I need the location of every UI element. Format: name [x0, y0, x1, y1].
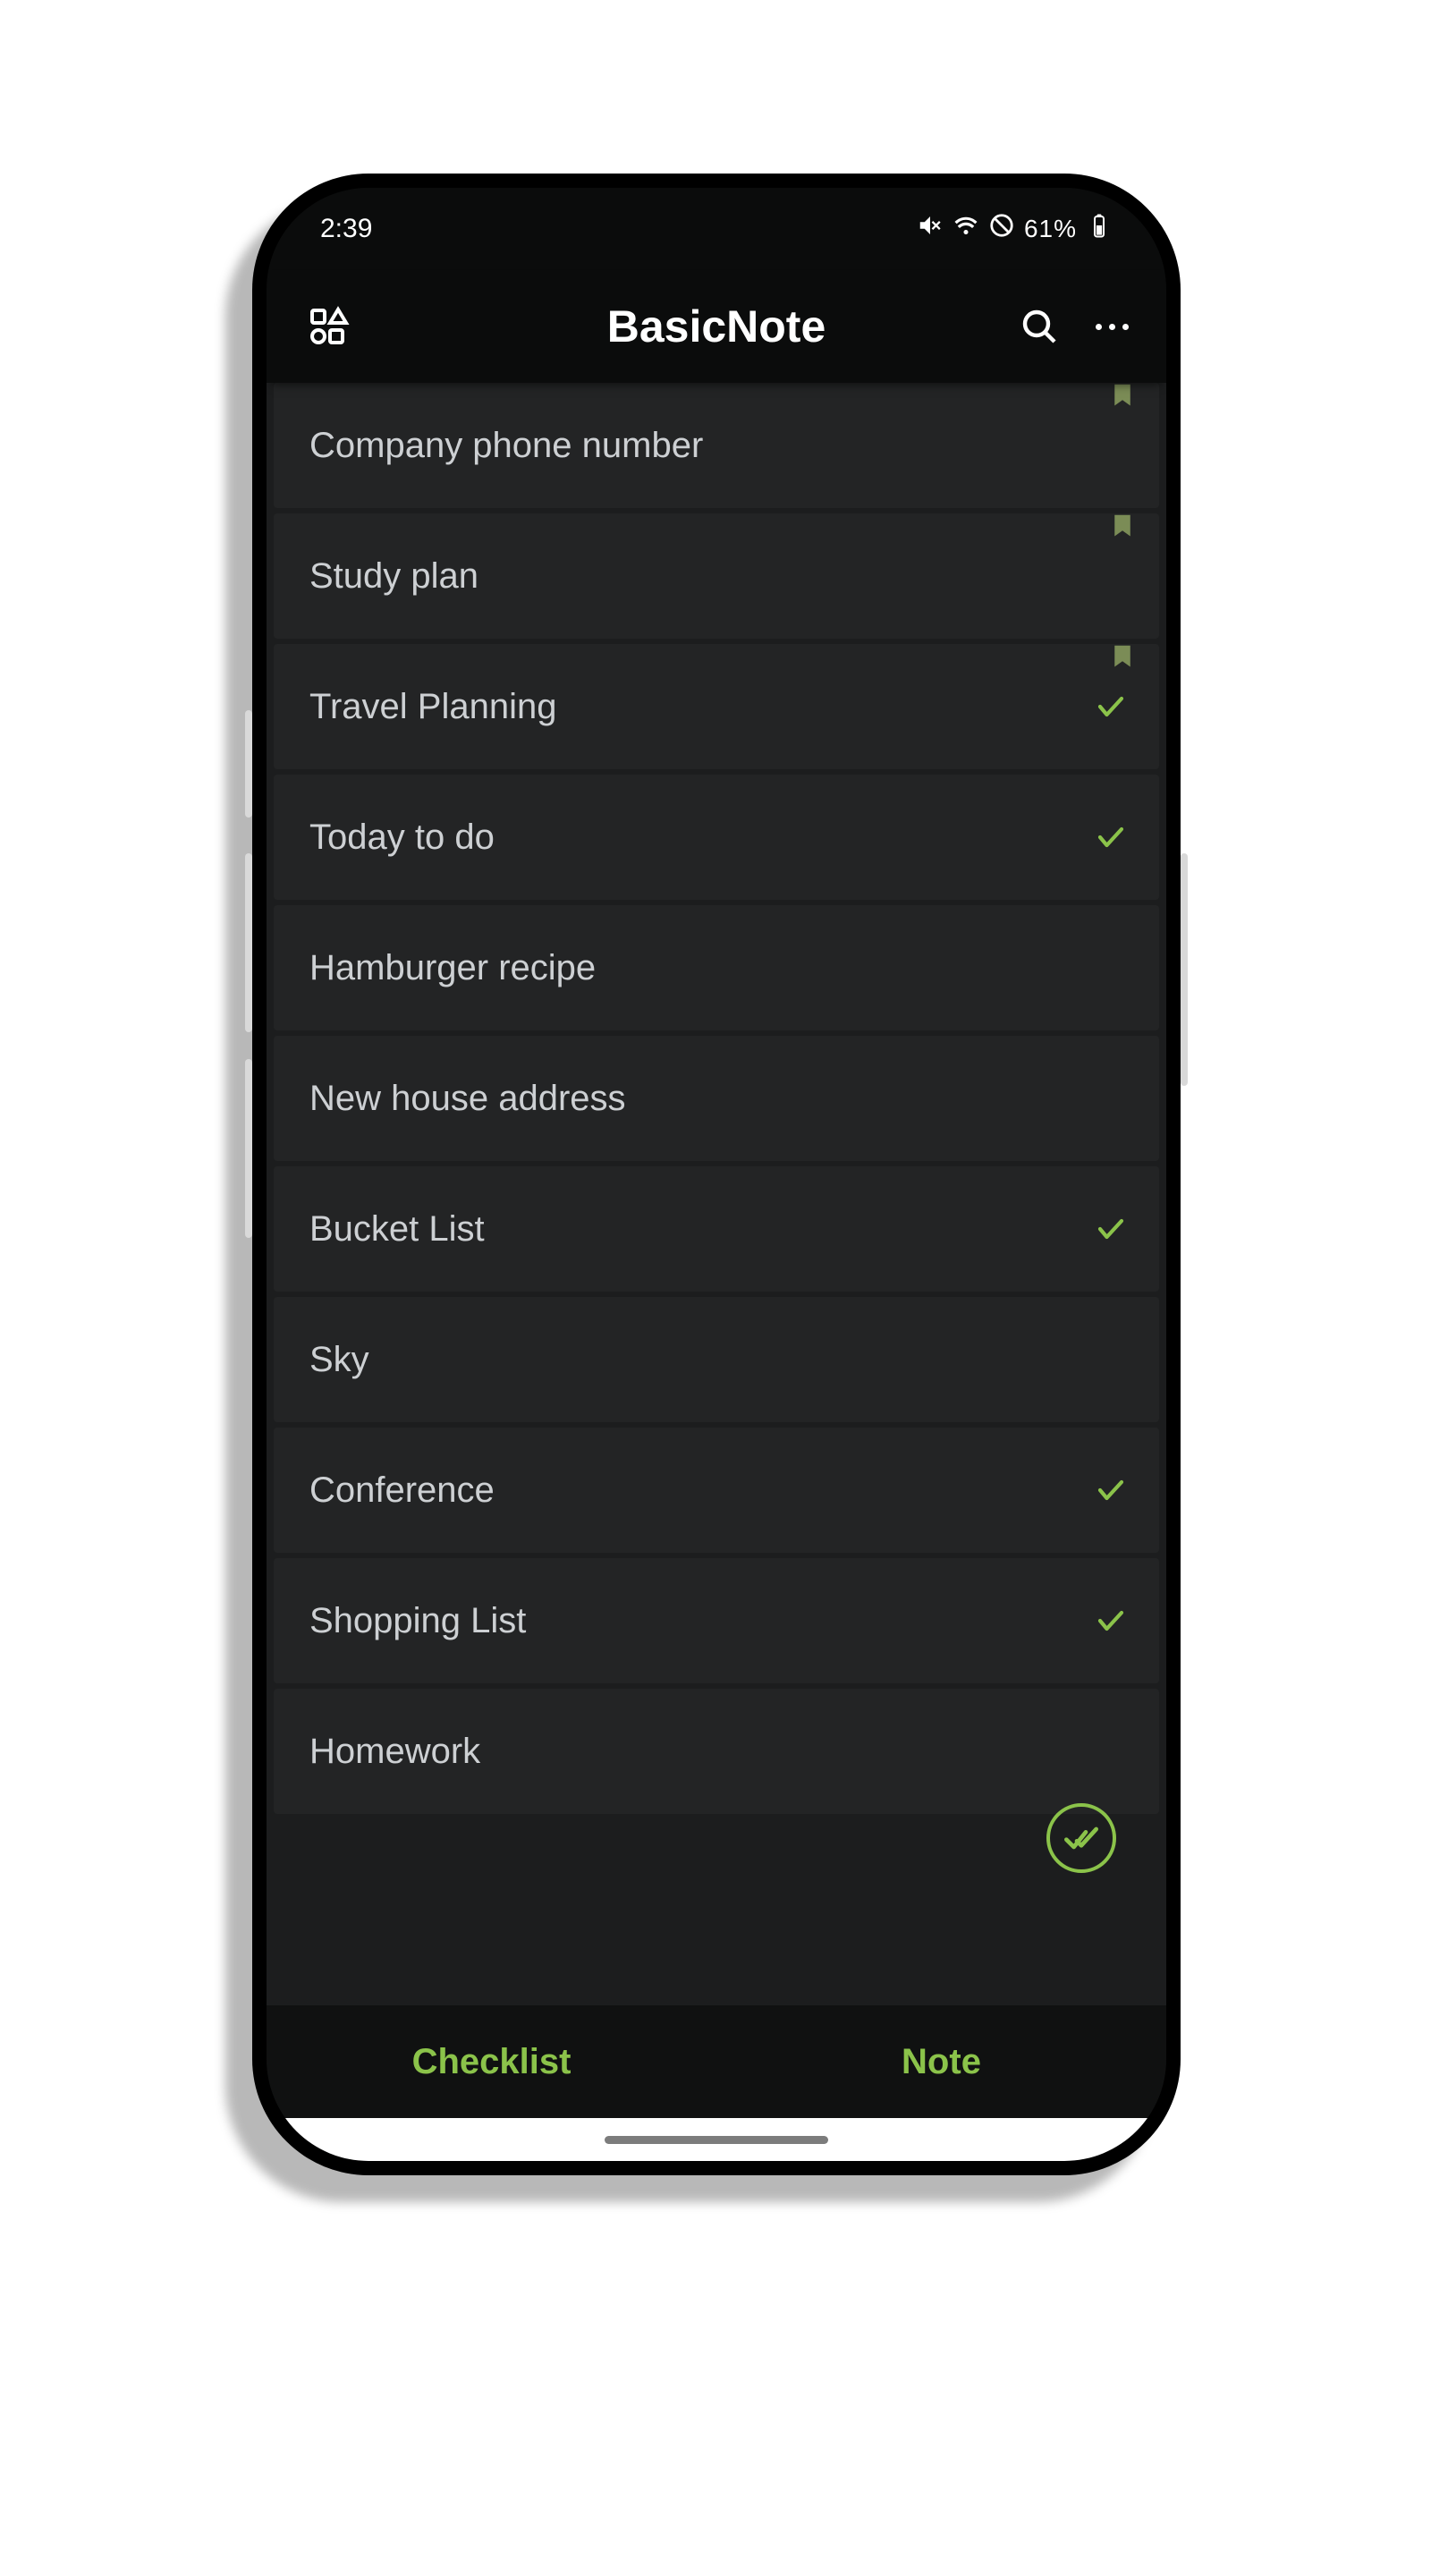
app-toolbar: BasicNote — [267, 270, 1166, 383]
notes-list[interactable]: Company phone number Study plan Travel Pla… — [267, 383, 1166, 2005]
tab-note-label: Note — [902, 2042, 981, 2082]
note-title: Company phone number — [309, 426, 703, 466]
note-title: Bucket List — [309, 1209, 485, 1250]
note-row[interactable]: Today to do — [274, 775, 1159, 900]
status-bar: 2:39 61% — [267, 188, 1166, 270]
note-title: Shopping List — [309, 1601, 526, 1641]
note-row[interactable]: Conference — [274, 1428, 1159, 1553]
select-all-fab[interactable] — [1046, 1803, 1116, 1873]
note-title: Conference — [309, 1470, 495, 1511]
battery-percent: 61% — [1024, 215, 1077, 243]
note-row[interactable]: Sky — [274, 1297, 1159, 1422]
note-row[interactable]: Study plan — [274, 513, 1159, 639]
device-button-left-2 — [245, 853, 252, 1032]
bookmark-icon — [1109, 640, 1136, 675]
note-title: Today to do — [309, 818, 495, 858]
device-button-left-1 — [245, 710, 252, 818]
check-icon — [1095, 1213, 1127, 1245]
mute-icon — [917, 212, 944, 246]
more-options-button[interactable] — [1096, 302, 1129, 351]
note-row[interactable]: New house address — [274, 1036, 1159, 1161]
note-title: Hamburger recipe — [309, 948, 596, 988]
bottom-tabs: Checklist Note — [267, 2005, 1166, 2118]
note-title: Study plan — [309, 556, 478, 597]
status-time: 2:39 — [320, 214, 372, 244]
phone-body: 2:39 61% — [252, 174, 1181, 2175]
note-row[interactable]: Company phone number — [274, 383, 1159, 508]
battery-icon — [1086, 212, 1113, 246]
wifi-icon — [953, 212, 979, 246]
do-not-disturb-icon — [988, 212, 1015, 246]
search-button[interactable] — [1015, 302, 1063, 351]
check-icon — [1095, 1474, 1127, 1506]
status-right: 61% — [917, 212, 1113, 246]
note-row[interactable]: Shopping List — [274, 1558, 1159, 1683]
device-button-right — [1181, 853, 1188, 1086]
check-icon — [1095, 821, 1127, 853]
check-icon — [1095, 691, 1127, 723]
tab-note[interactable]: Note — [716, 2005, 1166, 2118]
bookmark-icon — [1109, 510, 1136, 545]
note-row[interactable]: Hamburger recipe — [274, 905, 1159, 1030]
screen: 2:39 61% — [267, 188, 1166, 2161]
note-title: Homework — [309, 1732, 480, 1772]
bookmark-icon — [1109, 383, 1136, 414]
nav-handle[interactable] — [605, 2136, 828, 2144]
note-title: Sky — [309, 1340, 369, 1380]
note-row[interactable]: Travel Planning — [274, 644, 1159, 769]
note-row[interactable]: Homework — [274, 1689, 1159, 1814]
categories-button[interactable] — [304, 302, 352, 351]
note-title: Travel Planning — [309, 687, 556, 727]
note-row[interactable]: Bucket List — [274, 1166, 1159, 1292]
android-nav-bar — [267, 2118, 1166, 2161]
tab-checklist-label: Checklist — [412, 2042, 572, 2082]
note-title: New house address — [309, 1079, 626, 1119]
phone-frame: 2:39 61% — [252, 174, 1181, 2175]
tab-checklist[interactable]: Checklist — [267, 2005, 716, 2118]
check-icon — [1095, 1605, 1127, 1637]
device-button-left-3 — [245, 1059, 252, 1238]
